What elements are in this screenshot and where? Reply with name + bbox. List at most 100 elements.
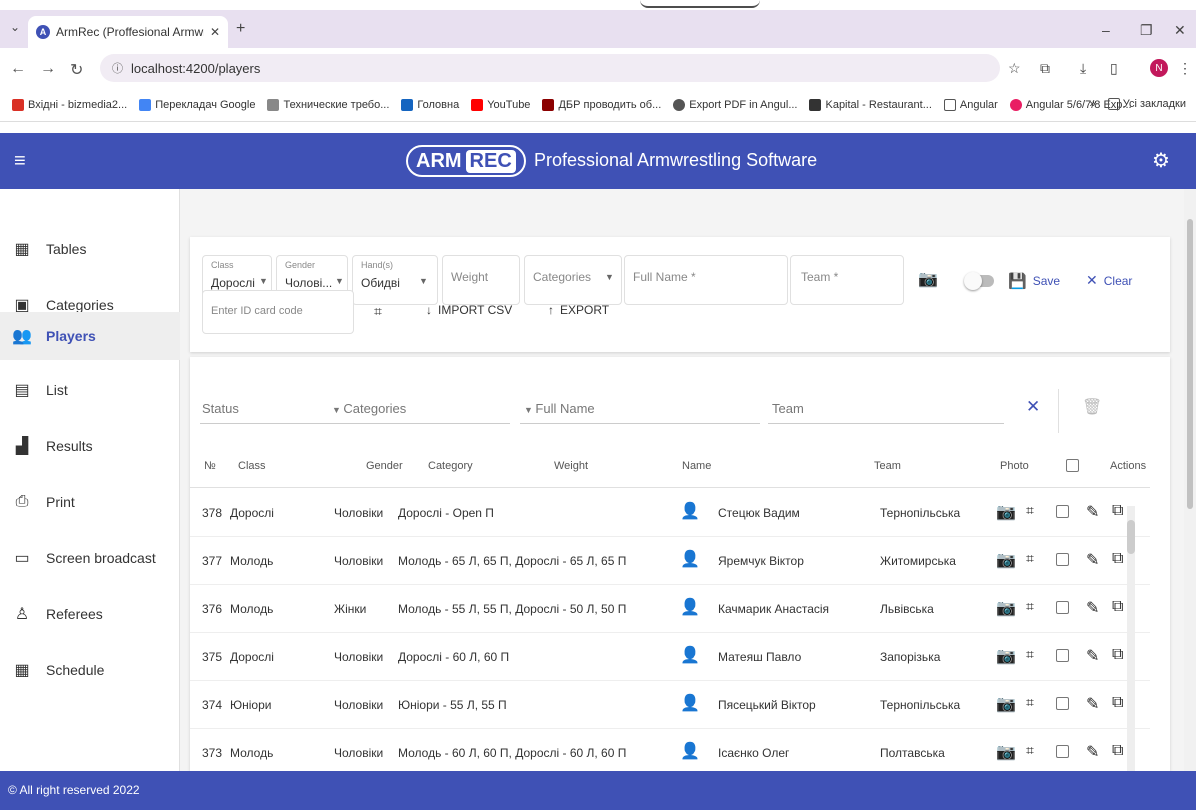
qr-code-icon[interactable]: ⌗ bbox=[1026, 598, 1034, 615]
bookmarks-more[interactable]: » bbox=[1090, 98, 1096, 110]
sidebar-item-results[interactable]: ▟ Results bbox=[0, 422, 180, 470]
header-class[interactable]: Class bbox=[238, 460, 266, 472]
edit-pencil-icon[interactable]: ✎ bbox=[1086, 742, 1099, 762]
extensions-icon[interactable]: ⧉ bbox=[1040, 60, 1050, 77]
profile-avatar[interactable]: N bbox=[1150, 59, 1168, 77]
kebab-menu-icon[interactable]: ⋮ bbox=[1178, 60, 1192, 77]
bookmark-item[interactable]: Технические требо... bbox=[267, 98, 389, 111]
sidebar-item-tables[interactable]: ▦ Tables bbox=[0, 225, 180, 273]
copy-icon[interactable]: ⧉ bbox=[1112, 646, 1123, 664]
status-filter[interactable]: Status bbox=[202, 401, 239, 416]
camera-icon[interactable]: 📷 bbox=[996, 598, 1016, 618]
copy-icon[interactable]: ⧉ bbox=[1112, 598, 1123, 616]
copy-icon[interactable]: ⧉ bbox=[1112, 502, 1123, 520]
row-checkbox[interactable] bbox=[1056, 697, 1069, 710]
clear-filters-close-icon[interactable]: ✕ bbox=[1026, 397, 1040, 417]
sidebar-item-players[interactable]: 👥 Players bbox=[0, 312, 180, 360]
table-row[interactable]: 374 Юніори Чоловіки Юніори - 55 Л, 55 П … bbox=[190, 681, 1150, 729]
back-arrow-icon[interactable]: ← bbox=[10, 60, 26, 78]
download-icon[interactable]: ⤓ bbox=[1080, 60, 1086, 77]
full-name-filter[interactable]: ▼ Full Name bbox=[524, 401, 595, 416]
tab-search-chevron-icon[interactable]: ⌄ bbox=[10, 20, 20, 34]
bookmark-item[interactable]: Export PDF in Angul... bbox=[673, 98, 797, 111]
header-team[interactable]: Team bbox=[874, 460, 901, 472]
weight-input[interactable]: Weight bbox=[442, 255, 520, 305]
row-checkbox[interactable] bbox=[1056, 649, 1069, 662]
camera-icon[interactable]: 📷 bbox=[918, 269, 938, 289]
qr-code-icon[interactable]: ⌗ bbox=[1026, 550, 1034, 567]
qr-code-icon[interactable]: ⌗ bbox=[1026, 502, 1034, 519]
camera-icon[interactable]: 📷 bbox=[996, 694, 1016, 714]
browser-tab[interactable]: A ArmRec (Proffesional Armwrestl ✕ bbox=[28, 16, 228, 48]
hands-select[interactable]: Hand(s) Обидві ▼ bbox=[352, 255, 438, 305]
camera-icon[interactable]: 📷 bbox=[996, 502, 1016, 522]
sidepanel-icon[interactable]: ▯ bbox=[1110, 60, 1118, 77]
select-all-checkbox[interactable] bbox=[1066, 459, 1079, 472]
menu-icon[interactable]: ≡ bbox=[14, 150, 26, 173]
copy-icon[interactable]: ⧉ bbox=[1112, 550, 1123, 568]
import-csv-button[interactable]: ↓ IMPORT CSV bbox=[426, 303, 512, 317]
reload-icon[interactable]: ↻ bbox=[70, 60, 83, 80]
header-category[interactable]: Category bbox=[428, 460, 473, 472]
sidebar-item-print[interactable]: ⎙ Print bbox=[0, 478, 180, 526]
table-row[interactable]: 376 Молодь Жінки Молодь - 55 Л, 55 П, До… bbox=[190, 585, 1150, 633]
new-tab-plus-icon[interactable]: + bbox=[236, 20, 245, 38]
id-card-input[interactable]: Enter ID card code bbox=[202, 290, 354, 334]
table-row[interactable]: 378 Дорослі Чоловіки Дорослі - Open П 👤 … bbox=[190, 489, 1150, 537]
table-scrollbar[interactable] bbox=[1127, 506, 1135, 771]
header-weight[interactable]: Weight bbox=[554, 460, 588, 472]
full-name-input[interactable]: Full Name * bbox=[624, 255, 788, 305]
bookmark-item[interactable]: Перекладач Google bbox=[139, 98, 255, 111]
edit-pencil-icon[interactable]: ✎ bbox=[1086, 694, 1099, 714]
page-scrollbar-thumb[interactable] bbox=[1187, 219, 1193, 509]
edit-pencil-icon[interactable]: ✎ bbox=[1086, 550, 1099, 570]
qr-code-icon[interactable]: ⌗ bbox=[1026, 742, 1034, 759]
copy-icon[interactable]: ⧉ bbox=[1112, 742, 1123, 760]
trash-icon[interactable]: 🗑 bbox=[1082, 397, 1102, 417]
camera-icon[interactable]: 📷 bbox=[996, 742, 1016, 762]
copy-icon[interactable]: ⧉ bbox=[1112, 694, 1123, 712]
bookmark-item[interactable]: Головна bbox=[401, 98, 459, 111]
sidebar-item-list[interactable]: ▤ List bbox=[0, 366, 180, 414]
table-row[interactable]: 375 Дорослі Чоловіки Дорослі - 60 Л, 60 … bbox=[190, 633, 1150, 681]
forward-arrow-icon[interactable]: → bbox=[40, 60, 56, 78]
categories-filter[interactable]: ▼ Categories bbox=[332, 401, 406, 416]
bookmark-item[interactable]: Вхідні - bizmedia2... bbox=[12, 98, 127, 111]
row-checkbox[interactable] bbox=[1056, 505, 1069, 518]
table-row[interactable]: 373 Молодь Чоловіки Молодь - 60 Л, 60 П,… bbox=[190, 729, 1150, 771]
sidebar-item-schedule[interactable]: ▦ Schedule bbox=[0, 646, 180, 694]
sidebar-item-screen-broadcast[interactable]: ▭ Screen broadcast bbox=[0, 534, 180, 582]
toggle-switch[interactable] bbox=[964, 272, 994, 290]
site-info-icon[interactable]: ⓘ bbox=[112, 60, 123, 76]
restore-icon[interactable]: ❐ bbox=[1140, 22, 1153, 39]
camera-icon[interactable]: 📷 bbox=[996, 550, 1016, 570]
gear-icon[interactable]: ⚙ bbox=[1152, 148, 1170, 173]
close-icon[interactable]: ✕ bbox=[210, 25, 220, 39]
page-scrollbar[interactable] bbox=[1184, 189, 1196, 771]
row-checkbox[interactable] bbox=[1056, 745, 1069, 758]
sidebar-item-referees[interactable]: ♙ Referees bbox=[0, 590, 180, 638]
header-name[interactable]: Name bbox=[682, 460, 711, 472]
star-icon[interactable]: ☆ bbox=[1008, 60, 1021, 77]
url-input[interactable]: ⓘ localhost:4200/players bbox=[100, 54, 1000, 82]
row-checkbox[interactable] bbox=[1056, 601, 1069, 614]
minimize-icon[interactable]: – bbox=[1102, 22, 1110, 38]
clear-button[interactable]: ✕ Clear bbox=[1086, 272, 1132, 289]
row-checkbox[interactable] bbox=[1056, 553, 1069, 566]
window-close-icon[interactable]: ✕ bbox=[1174, 22, 1186, 39]
camera-icon[interactable]: 📷 bbox=[996, 646, 1016, 666]
qr-code-icon[interactable]: ⌗ bbox=[1026, 694, 1034, 711]
table-scrollbar-thumb[interactable] bbox=[1127, 520, 1135, 554]
team-input[interactable]: Team * bbox=[790, 255, 904, 305]
categories-select[interactable]: Categories ▼ bbox=[524, 255, 622, 305]
team-filter[interactable]: Team bbox=[772, 401, 804, 416]
edit-pencil-icon[interactable]: ✎ bbox=[1086, 646, 1099, 666]
save-button[interactable]: 💾 Save bbox=[1008, 272, 1060, 290]
qr-scan-icon[interactable]: ⌗ bbox=[374, 303, 382, 320]
bookmark-item[interactable]: ДБР проводить об... bbox=[542, 98, 661, 111]
bookmark-item[interactable]: YouTube bbox=[471, 98, 530, 111]
edit-pencil-icon[interactable]: ✎ bbox=[1086, 502, 1099, 522]
export-button[interactable]: ↑ EXPORT bbox=[548, 303, 609, 317]
edit-pencil-icon[interactable]: ✎ bbox=[1086, 598, 1099, 618]
header-gender[interactable]: Gender bbox=[366, 460, 403, 472]
